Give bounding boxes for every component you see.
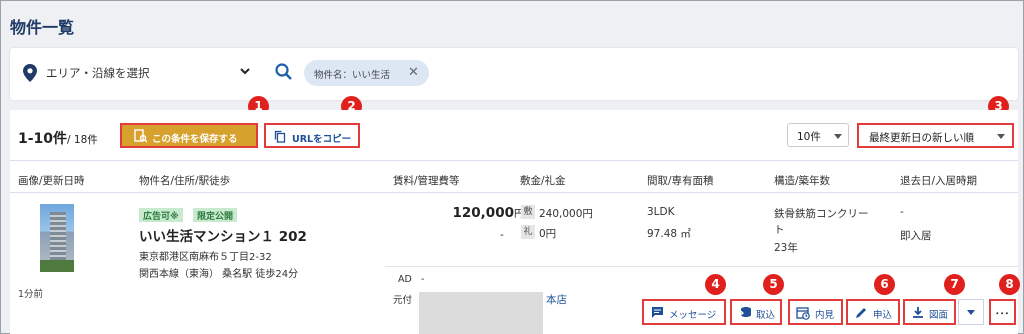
deposit: 240,000円 (539, 208, 593, 220)
chevron-down-icon[interactable] (238, 64, 252, 78)
save-conditions-label: この条件を保存する (152, 134, 238, 145)
property-thumbnail[interactable] (40, 204, 74, 272)
structure: 鉄骨鉄筋コンクリー (774, 208, 869, 220)
source-label: 元付 (393, 295, 413, 306)
apply-label: 申込 (873, 310, 893, 321)
key-money: 0円 (539, 228, 557, 240)
limited-public-tag: 限定公開 (193, 208, 238, 222)
area-select[interactable]: エリア・沿線を選択 (46, 65, 150, 81)
move-in-timing: 即入居 (900, 230, 932, 242)
message-button[interactable]: メッセージ (642, 299, 726, 325)
callout-badge: 7 (944, 274, 965, 295)
sort-select[interactable]: 最終更新日の新しい順 (857, 123, 1014, 148)
results-panel: 1-10件/ 18件 この条件を保存する URLをコピー 10件 最終更新日の新… (10, 110, 1018, 334)
divider (10, 160, 1018, 161)
per-page-value: 10件 (797, 131, 821, 143)
pen-icon (856, 308, 866, 318)
management-fee: - (500, 229, 504, 241)
more-icon: ･･･ (995, 309, 1010, 320)
save-conditions-button[interactable]: この条件を保存する (120, 123, 258, 148)
sort-value: 最終更新日の新しい順 (869, 132, 974, 144)
close-icon[interactable]: ✕ (408, 66, 419, 79)
divider (385, 266, 1018, 267)
column-header: 敷金/礼金 (520, 175, 566, 187)
callout-badge: 6 (874, 274, 895, 295)
viewing-button[interactable]: 内見 (788, 299, 843, 325)
download-icon (913, 307, 923, 318)
result-count: 1-10件/ 18件 (18, 128, 98, 148)
deposit-mark: 敷 (521, 205, 535, 219)
move-out-date: - (900, 206, 904, 218)
floor-area: 97.48 ㎡ (647, 228, 691, 240)
structure-cont: ト (774, 224, 785, 236)
message-icon (652, 307, 663, 318)
save-search-icon (134, 129, 147, 143)
dropdown-arrow-icon (834, 134, 842, 139)
result-total: / 18件 (67, 134, 98, 146)
filter-chip-label: 物件名：いい生活 (314, 70, 391, 81)
per-page-select[interactable]: 10件 (787, 123, 849, 147)
floor-layout: 3LDK (647, 206, 675, 218)
callout-badge: 5 (763, 274, 784, 295)
ad-label: AD (398, 274, 412, 285)
location-pin-icon (23, 64, 37, 82)
import-icon (738, 307, 751, 317)
apply-button[interactable]: 申込 (846, 299, 900, 325)
search-icon[interactable] (274, 62, 294, 82)
copy-url-label: URLをコピー (292, 134, 352, 145)
column-header: 賃料/管理費等 (393, 175, 460, 187)
copy-url-button[interactable]: URLをコピー (264, 123, 360, 148)
page-title: 物件一覧 (10, 18, 75, 37)
ad-allowed-tag: 広告可※ (139, 208, 183, 222)
copy-icon (274, 130, 286, 143)
callout-badge: 4 (705, 274, 726, 295)
property-name[interactable]: いい生活マンション１ 202 (139, 225, 307, 245)
rent-value: 120,000 (452, 205, 515, 221)
redacted-company (419, 292, 543, 334)
message-label: メッセージ (669, 310, 717, 321)
building-age: 23年 (774, 242, 798, 254)
viewing-label: 内見 (815, 310, 835, 321)
import-button[interactable]: 取込 (730, 299, 782, 325)
column-header: 退去日/入居時期 (900, 175, 978, 187)
floorplan-dropdown[interactable] (958, 299, 984, 325)
property-address: 東京都港区南麻布５丁目2-32 (139, 252, 272, 263)
calendar-clock-icon (796, 307, 810, 320)
column-header: 画像/更新日時 (18, 175, 85, 187)
property-station: 関西本線（東海） 桑名駅 徒歩24分 (139, 269, 299, 280)
floorplan-label: 図面 (929, 310, 949, 321)
rent: 120,000円 (453, 205, 525, 221)
callout-badge: 8 (999, 274, 1020, 295)
divider (10, 192, 1018, 193)
column-header: 間取/専有面積 (647, 175, 714, 187)
ad-value: - (421, 274, 425, 285)
branch-link[interactable]: 本店 (546, 292, 567, 307)
updated-time: 1分前 (18, 289, 44, 300)
dropdown-arrow-icon (967, 310, 975, 315)
filter-chip[interactable]: 物件名：いい生活 ✕ (304, 60, 429, 86)
floorplan-button[interactable]: 図面 (903, 299, 956, 325)
dropdown-arrow-icon (997, 134, 1005, 139)
more-button[interactable]: ･･･ (989, 299, 1016, 325)
key-money-mark: 礼 (521, 225, 535, 239)
import-label: 取込 (756, 310, 776, 321)
result-range: 1-10件 (18, 131, 68, 147)
column-header: 物件名/住所/駅徒歩 (139, 175, 231, 187)
column-header: 構造/築年数 (774, 175, 831, 187)
search-bar: エリア・沿線を選択 物件名：いい生活 ✕ (10, 48, 1018, 100)
